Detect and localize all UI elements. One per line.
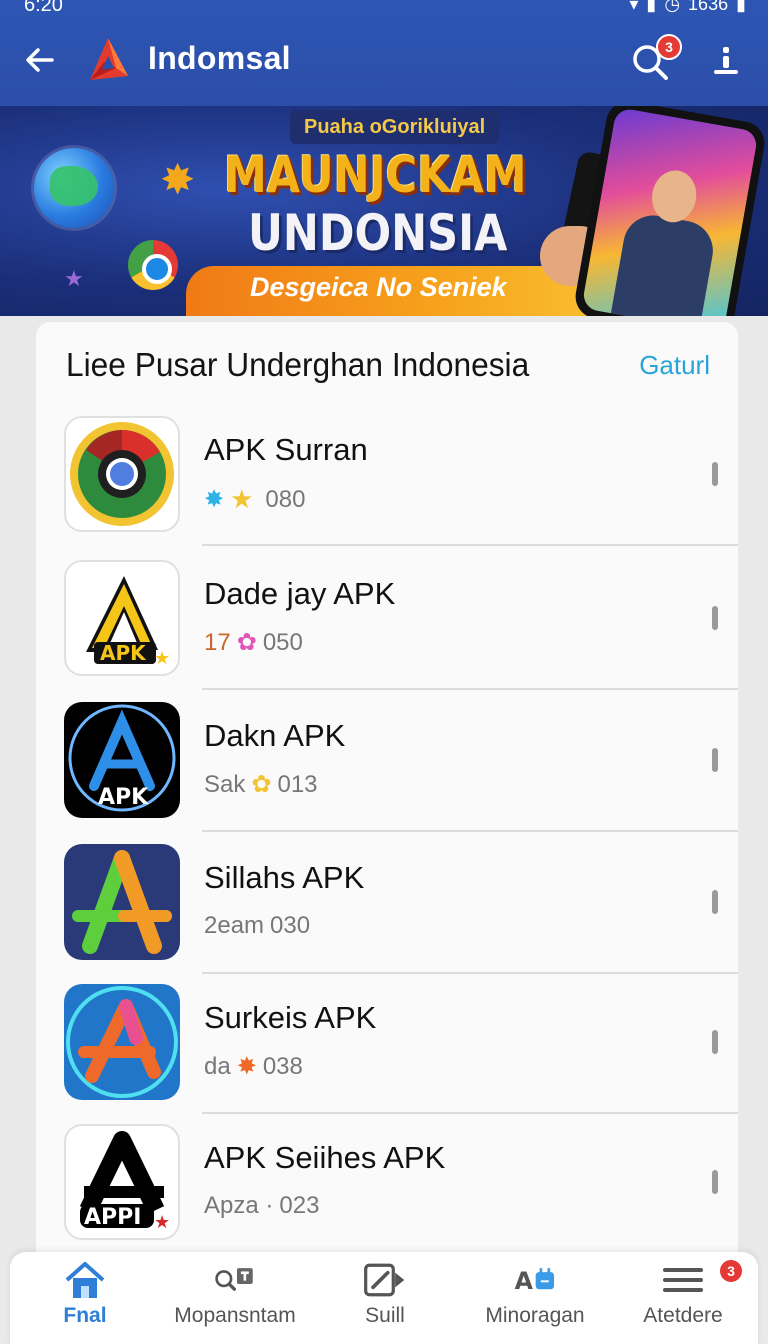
app-list-card: Liee Pusar Underghan Indonesia Gaturl AP… xyxy=(36,322,738,1282)
menu-icon xyxy=(660,1260,706,1300)
app-meta: Sak ✿ 013 xyxy=(204,770,318,799)
chrome-icon xyxy=(128,240,178,290)
person-icon xyxy=(714,47,738,74)
apk-orange-a-icon xyxy=(64,984,180,1100)
edit-icon xyxy=(362,1260,408,1300)
svg-text:APK: APK xyxy=(98,785,149,810)
phone-screen xyxy=(581,107,759,316)
app-meta: Apza · 023 xyxy=(204,1192,319,1220)
banner-headline-2: UNDONSIA xyxy=(248,204,508,262)
app-logo xyxy=(90,38,128,80)
status-time: 6:20 xyxy=(24,0,63,16)
section-title: Liee Pusar Underghan Indonesia xyxy=(66,346,530,383)
apk-yellow-icon: APK ★ xyxy=(64,560,180,676)
signal-icon: ▮ xyxy=(646,0,657,14)
promo-banner[interactable]: ✸ ★ Puaha oGorikluiyal MAUNJCKAM UNDONSI… xyxy=(0,106,768,316)
app-meta-value: 080 xyxy=(265,485,306,513)
app-meta: 2eam 030 xyxy=(204,912,310,940)
search-badge: 3 xyxy=(656,34,682,60)
drag-handle[interactable] xyxy=(712,748,718,772)
nav-label: Atetdere xyxy=(643,1304,723,1327)
nav-label: Fnal xyxy=(63,1304,107,1327)
flower-icon: ✿ xyxy=(236,629,257,656)
wifi-icon: ▾ xyxy=(629,0,639,14)
drag-handle[interactable] xyxy=(712,1170,718,1194)
app-meta-prefix: 17 xyxy=(204,628,231,656)
flower-icon: ✿ xyxy=(251,771,272,798)
list-item[interactable]: APK Surran ✸ ★ 080 xyxy=(36,402,738,546)
star-icon: ✸ xyxy=(204,486,225,513)
drag-handle[interactable] xyxy=(712,606,718,630)
app-name: Dade jay APK xyxy=(204,576,396,611)
svg-text:APPI: APPI xyxy=(84,1205,141,1230)
nav-item-edit[interactable]: Suill xyxy=(310,1252,460,1344)
svg-text:★: ★ xyxy=(154,648,170,668)
alarm-icon: ◷ xyxy=(664,0,681,14)
svg-text:A: A xyxy=(515,1267,534,1295)
globe-land xyxy=(50,166,98,206)
app-meta-prefix: dа xyxy=(204,1052,231,1080)
drag-handle[interactable] xyxy=(712,462,718,486)
list-item[interactable]: Surkeis APK dа ✸ 038 xyxy=(36,970,738,1114)
bottom-navigation: Fnal Mopansntam Suill A Minoragan 3 Atet… xyxy=(10,1252,758,1344)
list-item[interactable]: APK Dakn APK Sak ✿ 013 xyxy=(36,688,738,832)
banner-subtitle: Desgeica No Seniek xyxy=(250,272,507,302)
back-button[interactable] xyxy=(20,38,60,82)
nav-label: Minoragan xyxy=(485,1304,585,1327)
app-name: Dakn APK xyxy=(204,718,346,753)
app-meta-prefix: Sak xyxy=(204,770,246,798)
app-bar: 6:20 ▾ ▮ ◷ 1636 ▮ Indomsal 3 xyxy=(0,0,768,106)
section-action-link[interactable]: Gaturl xyxy=(639,350,710,381)
svg-text:APK: APK xyxy=(100,641,147,665)
phone-illustration xyxy=(572,106,768,316)
banner-tag: Puaha oGorikluiyal xyxy=(290,110,500,144)
apk-green-orange-icon xyxy=(64,844,180,960)
app-meta-prefix: Apza · xyxy=(204,1192,274,1219)
list-item[interactable]: APPI ★ APK Seiihes APK Apza · 023 xyxy=(36,1110,738,1254)
app-name: APK Seiihes APK xyxy=(204,1140,446,1175)
battery-label: 1636 xyxy=(688,0,729,14)
app-meta: ✸ ★ 080 xyxy=(204,484,305,515)
nav-item-menu[interactable]: 3 Atetdere xyxy=(608,1252,758,1344)
profile-button[interactable] xyxy=(706,38,746,82)
search-icon xyxy=(212,1260,258,1300)
nav-label: Suill xyxy=(365,1304,405,1327)
nav-item-apps[interactable]: A Minoragan xyxy=(460,1252,610,1344)
app-name: Sillahs APK xyxy=(204,860,365,895)
list-item[interactable]: APK ★ Dade jay APK 17 ✿ 050 xyxy=(36,546,738,690)
app-meta-value: 030 xyxy=(270,912,311,939)
flower-icon: ✸ xyxy=(236,1053,257,1080)
home-icon xyxy=(62,1260,108,1300)
app-meta: 17 ✿ 050 xyxy=(204,628,303,657)
apk-blue-a-icon: APK xyxy=(64,702,180,818)
nav-item-search[interactable]: Mopansntam xyxy=(160,1252,310,1344)
app-title: Indomsal xyxy=(148,40,291,76)
app-name: APK Surran xyxy=(204,432,368,467)
app-meta-value: 038 xyxy=(262,1052,303,1080)
app-name: Surkeis APK xyxy=(204,1000,377,1035)
drag-handle[interactable] xyxy=(712,890,718,914)
back-arrow-icon xyxy=(26,48,54,72)
list-item[interactable]: Sillahs APK 2eam 030 xyxy=(36,830,738,974)
drag-handle[interactable] xyxy=(712,1030,718,1054)
nav-label: Mopansntam xyxy=(174,1304,296,1327)
person-body xyxy=(609,210,718,316)
svg-text:★: ★ xyxy=(154,1212,170,1232)
app-meta: dа ✸ 038 xyxy=(204,1052,303,1081)
apps-icon: A xyxy=(512,1260,558,1300)
app-meta-value: 023 xyxy=(279,1192,320,1219)
menu-badge: 3 xyxy=(718,1258,744,1284)
apk-black-a-icon: APPI ★ xyxy=(64,1124,180,1240)
nav-item-home[interactable]: Fnal xyxy=(10,1252,160,1344)
app-meta-value: 013 xyxy=(277,770,318,798)
chrome-like-icon xyxy=(64,416,180,532)
star-icon: ★ xyxy=(64,266,84,291)
app-meta-prefix: 2eam xyxy=(204,912,265,939)
star-icon: ★ xyxy=(230,484,254,514)
battery-icon: ▮ xyxy=(736,0,746,14)
status-icons: ▾ ▮ ◷ 1636 ▮ xyxy=(629,0,746,15)
banner-headline-1: MAUNJCKAM xyxy=(224,146,527,204)
app-meta-value: 050 xyxy=(262,628,303,656)
sunburst-icon: ✸ xyxy=(160,156,196,203)
